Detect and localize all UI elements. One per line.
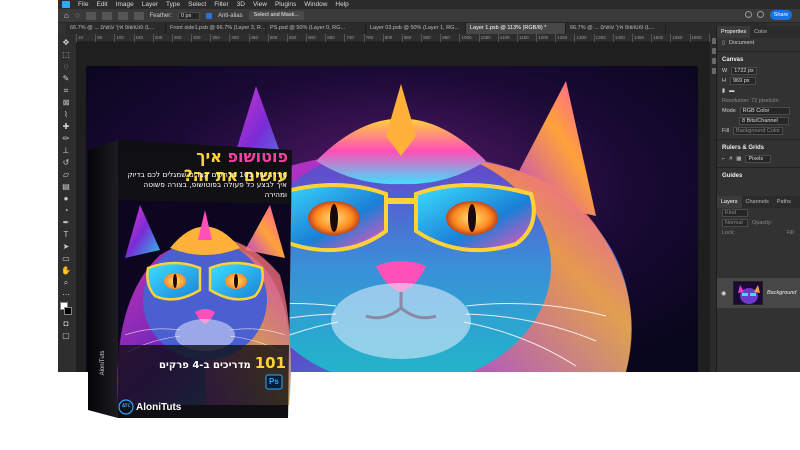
width-label: W [722, 68, 728, 74]
tab-properties[interactable]: Properties [717, 26, 751, 38]
landscape-icon[interactable]: ▬ [729, 86, 735, 96]
divider [717, 139, 800, 140]
ruler-tick: 1450 [631, 34, 651, 42]
canvas-section-title[interactable]: Canvas [717, 55, 800, 66]
box-title-word: פוטושופ [227, 147, 288, 166]
ruler-icon[interactable]: ⌐ [722, 154, 725, 164]
ruler-tick: 1100 [497, 34, 517, 42]
grid-icon[interactable]: # [729, 154, 732, 164]
ps-badge: Ps [269, 377, 279, 386]
pixel-grid-icon[interactable]: ▦ [736, 154, 741, 164]
lock-row: Lock: Fill: [717, 228, 800, 238]
fill-select[interactable]: Background Color [733, 127, 784, 135]
ruler-tick: 1150 [516, 34, 536, 42]
brand-badge: ATC [122, 403, 131, 408]
box-subtitle-line2: איך לבצע כל פעולה בפוטושופ, בצורה פשוטה … [143, 180, 287, 199]
menu-help[interactable]: Help [335, 1, 348, 8]
ruler-tick: 1350 [593, 34, 613, 42]
ruler-tick: 950 [440, 34, 459, 42]
ruler-tick: 650 [325, 34, 344, 42]
height-input[interactable]: 969 px [729, 77, 756, 85]
height-label: H [722, 78, 726, 84]
rulers-row: ⌐ # ▦ Pixels [717, 154, 800, 164]
layer-background[interactable]: ◉ Background [717, 278, 800, 308]
box-subtitle-line1: סידרה של 101 מדריכים קצרים שמגלים לכם בד… [127, 170, 287, 179]
bits-row: 8 Bits/Channel [717, 116, 800, 126]
tab-channels[interactable]: Channels [742, 196, 773, 208]
divider [717, 167, 800, 168]
ruler-tick: 1300 [574, 34, 593, 42]
workspace-icon[interactable] [757, 11, 764, 18]
divider [717, 51, 800, 52]
orientation-row: ▮ ▬ [717, 86, 800, 96]
ruler-tick: 600 [306, 34, 325, 42]
eye-icon[interactable]: ◉ [721, 290, 729, 297]
tab-layers[interactable]: Layers [717, 196, 742, 208]
spine-text: AloniTuts [100, 350, 106, 376]
share-button[interactable]: Share [770, 10, 792, 20]
tab-paths[interactable]: Paths [773, 196, 795, 208]
right-panels: Properties Color ▯ Document Canvas W 172… [716, 26, 800, 372]
resolution-text: Resolution: 72 pixels/in [722, 98, 779, 104]
document-icon: ▯ [722, 40, 726, 46]
blend-mode-select[interactable]: Normal [722, 219, 748, 227]
layer-thumbnail [733, 281, 763, 305]
width-row: W 1722 px [717, 66, 800, 76]
ruler-tick: 900 [421, 34, 440, 42]
height-row: H 969 px [717, 76, 800, 86]
ruler-tick: 1250 [555, 34, 574, 42]
bits-select[interactable]: 8 Bits/Channel [739, 117, 789, 125]
document-row: ▯ Document [717, 38, 800, 48]
ruler-tick: 700 [344, 34, 363, 42]
box-count-text: מדריכים ב-4 פרקים [158, 360, 251, 371]
layer-kind-select[interactable]: Kind [722, 209, 748, 217]
doc-tab[interactable]: Layer 03.psb @ 50% (Layer 1, RG... [366, 23, 466, 34]
ruler-tick: 1600 [689, 34, 709, 42]
properties-tabs: Properties Color [717, 26, 800, 38]
search-icon[interactable] [745, 11, 752, 18]
product-box: פוטושופ איך עושים את זה? סידרה של 101 מד… [0, 0, 300, 450]
fill-label: Fill: [786, 230, 795, 236]
product-box-image [88, 140, 292, 418]
ruler-tick: 750 [363, 34, 383, 42]
tab-color[interactable]: Color [750, 26, 771, 38]
ruler-tick: 850 [401, 34, 421, 42]
fill-row: Fill Background Color [717, 126, 800, 136]
guides-title[interactable]: Guides [717, 171, 800, 182]
mode-select[interactable]: RGB Color [739, 107, 790, 115]
opacity-label: Opacity: [752, 220, 773, 226]
screenshot-stage: File Edit Image Layer Type Select Filter… [0, 0, 800, 450]
brand-name: AloniTuts [136, 402, 182, 413]
lock-label: Lock: [722, 230, 736, 236]
ruler-tick: 1200 [536, 34, 555, 42]
width-input[interactable]: 1722 px [731, 67, 758, 75]
menu-window[interactable]: Window [304, 1, 327, 8]
options-right-icons [745, 11, 764, 18]
blend-row: Normal Opacity: [717, 218, 800, 228]
box-count-number: 101 [254, 354, 286, 372]
ruler-tick: 1550 [670, 34, 689, 42]
doc-tab-active[interactable]: Layer 1.psb @ 113% (RGB/8) * [466, 23, 566, 34]
ruler-tick: 1500 [651, 34, 670, 42]
ruler-tick: 1050 [478, 34, 498, 42]
ruler-tick: 1000 [459, 34, 478, 42]
ruler-tick: 800 [382, 34, 402, 42]
rulers-grids-title[interactable]: Rulers & Grids [717, 143, 800, 154]
fill-label: Fill [722, 128, 730, 134]
ruler-tick: 1400 [612, 34, 632, 42]
layer-filter-row: Kind [717, 208, 800, 218]
portrait-icon[interactable]: ▮ [722, 86, 725, 96]
layers-tabs: Layers Channels Paths [717, 196, 800, 208]
box-count: 101 מדריכים ב-4 פרקים [130, 354, 286, 372]
mode-row: Mode RGB Color [717, 106, 800, 116]
document-label: Document [729, 40, 755, 46]
layer-thumbnail-image [734, 282, 762, 304]
mode-label: Mode [722, 108, 736, 114]
doc-tab[interactable]: פוטושופ איך עושים ... @ 66.7% (L... [566, 23, 666, 34]
ruler-units-select[interactable]: Pixels [745, 155, 772, 163]
layer-name[interactable]: Background [767, 290, 796, 296]
box-subtitle: סידרה של 101 מדריכים קצרים שמגלים לכם בד… [121, 170, 287, 200]
